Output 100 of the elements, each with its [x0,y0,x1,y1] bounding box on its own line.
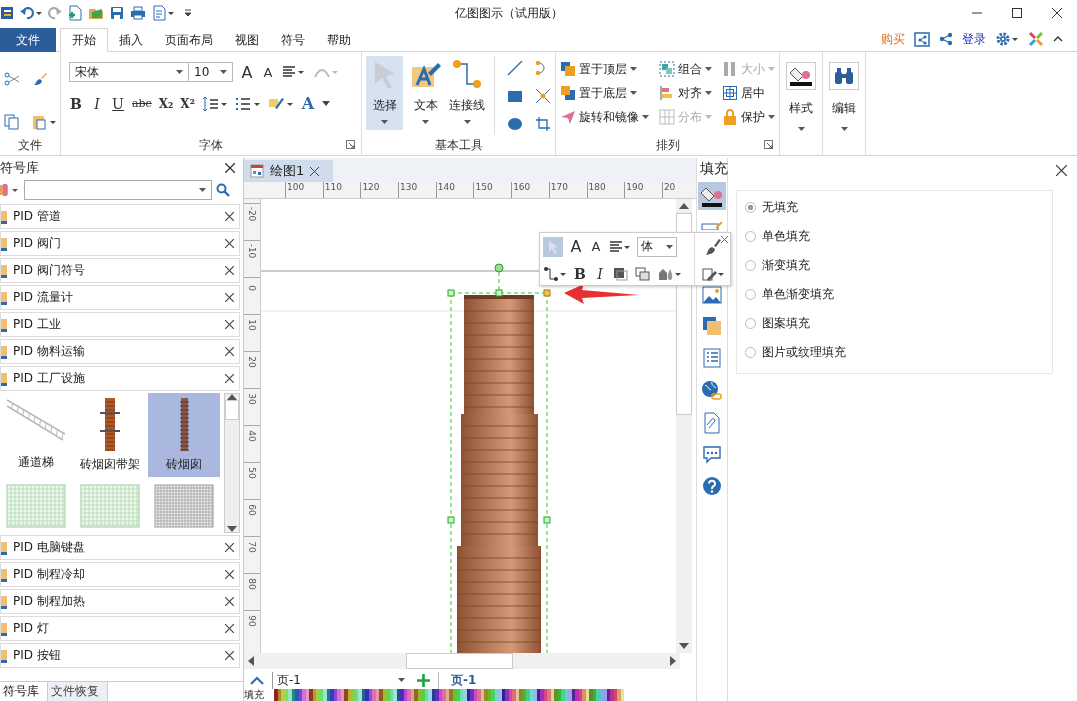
bullet-list-icon[interactable] [234,95,261,112]
add-page-icon[interactable] [417,673,430,687]
ribbon-tab[interactable]: 页面布局 [154,28,224,52]
arrange-button[interactable]: 对齐 [659,81,712,105]
logo-icon[interactable] [1028,31,1044,47]
style-button[interactable]: 样式 [784,54,818,131]
shrink-font-button[interactable]: A [261,64,275,80]
undo-icon[interactable] [20,6,42,20]
attachment-icon[interactable] [703,412,721,434]
library-category[interactable]: PID 阀门符号 [0,258,240,283]
dialog-launcher-icon[interactable] [764,140,773,149]
ribbon-tab[interactable]: 视图 [224,28,270,52]
grow-font-button[interactable]: A [240,62,254,82]
page-tab[interactable]: 页-1 [438,671,477,689]
app-icon[interactable] [0,6,14,20]
ribbon-tab[interactable]: 帮助 [316,28,362,52]
arrange-button[interactable]: 置于顶层 [560,57,649,81]
login-link[interactable]: 登录 [962,30,986,48]
shadow-icon[interactable] [702,316,722,336]
crop-icon[interactable] [535,116,551,132]
edit-button[interactable]: 编辑 [827,54,861,131]
library-icon[interactable] [0,183,20,197]
close-icon[interactable] [225,266,234,275]
scroll-thumb[interactable] [225,400,239,420]
format-button[interactable]: I [90,95,104,112]
list-icon[interactable] [703,348,721,368]
settings-icon[interactable] [995,31,1019,47]
ribbon-tab[interactable]: 插入 [108,28,154,52]
search-field[interactable] [24,180,212,200]
shadow-icon[interactable] [657,266,683,281]
library-category[interactable]: PID 制程冷却 [0,562,240,587]
close-icon[interactable] [225,374,234,383]
help-icon[interactable] [702,476,722,496]
close-button[interactable] [1056,164,1067,176]
font-select[interactable]: 宋体 [69,62,189,82]
close-button[interactable] [225,163,235,173]
close-icon[interactable] [225,293,234,302]
fill-icon[interactable] [613,266,629,281]
new-file-icon[interactable] [68,5,82,21]
close-icon[interactable] [225,347,234,356]
ribbon-tab[interactable]: 开始 [60,28,108,52]
open-icon[interactable] [88,6,104,20]
library-category[interactable]: PID 流量计 [0,285,240,310]
close-icon[interactable] [225,624,234,633]
scrollbar[interactable] [224,393,240,533]
font-select[interactable]: 体 [637,236,677,257]
search-icon[interactable] [216,183,230,197]
arrange-icon[interactable] [635,266,651,281]
text-tool-button[interactable]: 文本 [407,56,445,130]
library-category[interactable]: PID 制程加热 [0,589,240,614]
screen-share-icon[interactable] [914,31,930,47]
caret-icon[interactable] [321,101,330,106]
document-tab[interactable]: 绘图1 [244,160,334,182]
align-icon[interactable] [282,65,306,79]
print-icon[interactable] [130,6,146,20]
selection-handle[interactable] [495,289,503,297]
panel-tab[interactable]: 文件恢复 [48,682,108,701]
library-category[interactable]: PID 物料运输 [0,339,240,364]
shape-item[interactable]: 砖烟囱带架 [74,393,146,477]
radio-button[interactable] [745,260,756,271]
format-button[interactable]: B [573,265,587,282]
line-icon[interactable] [507,60,523,76]
format-painter-icon[interactable] [701,266,724,282]
copy-icon[interactable] [4,113,20,130]
format-button[interactable]: U [111,95,125,112]
line-style-icon[interactable] [701,222,723,230]
image-icon[interactable] [702,286,722,304]
selection-handle[interactable] [447,516,455,524]
font-size-select[interactable]: 10 [188,62,233,82]
library-category[interactable]: PID 管道 [0,204,240,229]
format-button[interactable]: I [593,265,607,282]
page-select[interactable]: 页-1 [272,671,409,689]
ellipse-icon[interactable] [507,116,523,132]
radio-button[interactable] [745,347,756,358]
close-icon[interactable] [225,651,234,660]
arrange-button[interactable]: 居中 [722,81,775,105]
highlight-icon[interactable] [267,95,294,112]
radio-button[interactable] [745,289,756,300]
comment-icon[interactable] [702,446,722,464]
arrange-button[interactable]: 保护 [722,105,775,129]
library-category[interactable]: PID 灯 [0,616,240,641]
align-icon[interactable] [609,239,631,254]
selection-handle[interactable] [543,516,551,524]
close-icon[interactable] [225,212,234,221]
library-category[interactable]: PID 阀门 [0,231,240,256]
brush-icon[interactable] [32,71,48,88]
library-category[interactable]: PID 电脑键盘 [0,535,240,560]
scrollbar[interactable] [244,653,680,669]
share-icon[interactable] [939,32,953,46]
library-category[interactable]: PID 按钮 [0,643,240,668]
format-button[interactable]: abc [132,97,152,110]
chimney-shape[interactable] [456,295,542,653]
shape-item[interactable]: 通道梯 [0,393,72,477]
collapse-icon[interactable] [250,675,264,685]
selection-handle[interactable] [447,289,455,297]
arrange-button[interactable]: 置于底层 [560,81,649,105]
shrink-font-button[interactable]: A [589,239,603,254]
brush-icon[interactable] [704,238,721,256]
library-category[interactable]: PID 工业 [0,312,240,337]
cross-connector-icon[interactable] [535,88,551,104]
